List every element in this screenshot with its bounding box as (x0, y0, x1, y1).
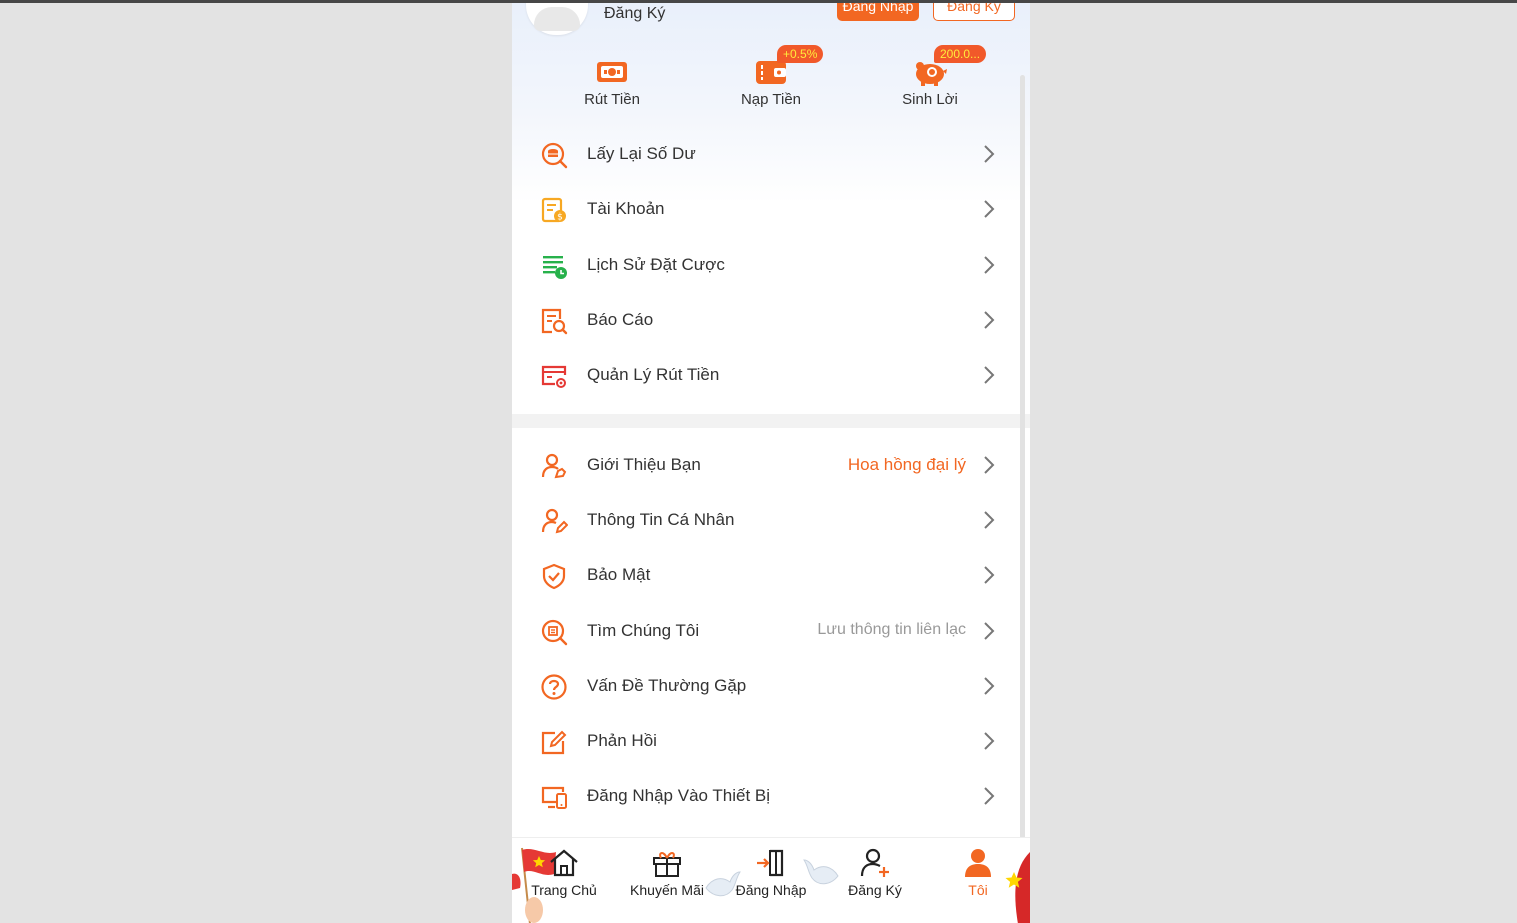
menu-item-label: Lịch Sử Đặt Cược (587, 255, 725, 274)
tab-promotions[interactable]: Khuyến Mãi (615, 848, 719, 898)
chevron-right-icon (984, 366, 995, 384)
menu-item-label: Tài Khoản (587, 199, 665, 218)
menu-item-label: Vấn Đề Thường Gặp (587, 676, 747, 695)
bottom-tab-bar: Trang Chủ Khuyến Mãi Đăng Nhập Đăng Ký T… (512, 837, 1030, 923)
tab-home[interactable]: Trang Chủ (512, 848, 616, 898)
add-user-icon (860, 848, 889, 877)
profile-edit-icon (541, 508, 568, 534)
menu-item-label: Tìm Chúng Tôi (587, 621, 700, 640)
gift-icon (653, 852, 681, 877)
withdraw-icon (597, 62, 627, 82)
avatar-body-shape (534, 7, 580, 31)
menu-item-device-login[interactable]: Đăng Nhập Vào Thiết Bị (512, 769, 1018, 824)
menu-item-withdraw-management[interactable]: Quản Lý Rút Tiền (512, 348, 1018, 403)
menu-item-account[interactable]: $ Tài Khoản (512, 182, 1018, 237)
menu-item-label: Lấy Lại Số Dư (587, 144, 696, 163)
menu-item-faq[interactable]: Vấn Đề Thường Gặp (512, 659, 1018, 714)
register-button[interactable]: Đăng Ký (933, 3, 1015, 21)
menu-item-find-us[interactable]: Tìm Chúng Tôi Lưu thông tin liên lạc (512, 604, 1018, 659)
quick-action-label: Rút Tiền (584, 91, 640, 108)
chevron-right-icon (984, 566, 995, 584)
menu-item-label: Bảo Mật (587, 565, 651, 584)
scrollbar[interactable] (1020, 75, 1025, 840)
devices-icon (541, 786, 567, 809)
chevron-right-icon (984, 511, 995, 529)
quick-action-deposit[interactable]: +0.5% Nạp Tiền (711, 45, 831, 108)
person-icon (965, 849, 991, 877)
chevron-right-icon (984, 677, 995, 695)
refer-friend-icon (541, 453, 567, 479)
login-button[interactable]: Đăng Nhập (837, 3, 919, 21)
coin-search-icon (541, 142, 568, 169)
chevron-right-icon (984, 200, 995, 218)
tab-login[interactable]: Đăng Nhập (719, 848, 823, 898)
tab-label: Tôi (968, 882, 988, 898)
tab-label: Khuyến Mãi (630, 882, 704, 898)
withdraw-manage-icon (541, 365, 567, 388)
chevron-right-icon (984, 622, 995, 640)
menu-item-label: Giới Thiệu Bạn (587, 455, 701, 474)
chevron-right-icon (984, 732, 995, 750)
menu-item-personal-info[interactable]: Thông Tin Cá Nhân (512, 493, 1018, 548)
account-card-icon: $ (541, 197, 566, 223)
tab-register[interactable]: Đăng Ký (823, 848, 927, 898)
tab-label: Đăng Ký (848, 882, 902, 898)
menu-item-label: Báo Cáo (587, 310, 654, 329)
question-icon (541, 674, 567, 700)
section-divider (512, 414, 1030, 428)
shield-check-icon (542, 563, 566, 590)
menu-item-report[interactable]: Báo Cáo (512, 293, 1018, 348)
login-door-icon (757, 849, 784, 877)
mobile-viewport: Đăng Ký Đăng Nhập Đăng Ký Rút Tiền +0.5%… (512, 3, 1030, 923)
quick-action-label: Nạp Tiền (740, 91, 802, 108)
quick-action-label: Sinh Lời (902, 91, 958, 108)
deposit-bonus-badge: +0.5% (777, 45, 824, 63)
tab-label: Trang Chủ (531, 882, 597, 898)
earn-amount-badge: 200.0... (934, 45, 987, 63)
quick-action-earn[interactable]: 200.0... Sinh Lời (870, 45, 990, 108)
bet-history-icon (543, 256, 567, 279)
chevron-right-icon (984, 311, 995, 329)
find-us-icon (541, 619, 568, 646)
chevron-right-icon (984, 145, 995, 163)
chevron-right-icon (984, 456, 995, 474)
home-icon (550, 849, 578, 877)
menu-item-recover-balance[interactable]: Lấy Lại Số Dư (512, 127, 1018, 182)
menu-item-label: Phản Hồi (587, 731, 657, 750)
user-register-label[interactable]: Đăng Ký (604, 5, 665, 23)
svg-text:$: $ (557, 213, 563, 223)
menu-item-label: Thông Tin Cá Nhân (587, 510, 735, 529)
agent-commission-hint: Hoa hồng đại lý (847, 455, 966, 474)
menu-item-security[interactable]: Bảo Mật (512, 548, 1018, 603)
chevron-right-icon (984, 256, 995, 274)
report-icon (541, 308, 568, 335)
feedback-icon (541, 730, 567, 755)
tab-label: Đăng Nhập (735, 882, 807, 898)
quick-action-withdraw[interactable]: Rút Tiền (552, 57, 672, 108)
menu-item-bet-history[interactable]: Lịch Sử Đặt Cược (512, 238, 1018, 293)
menu-item-label: Quản Lý Rút Tiền (587, 365, 720, 384)
menu-item-label: Đăng Nhập Vào Thiết Bị (587, 786, 771, 805)
menu-item-feedback[interactable]: Phản Hồi (512, 714, 1018, 769)
chevron-right-icon (984, 787, 995, 805)
menu-item-refer-friend[interactable]: Giới Thiệu Bạn Hoa hồng đại lý (512, 438, 1018, 493)
save-contact-hint: Lưu thông tin liên lạc (817, 621, 966, 638)
tab-me[interactable]: Tôi (926, 848, 1030, 898)
